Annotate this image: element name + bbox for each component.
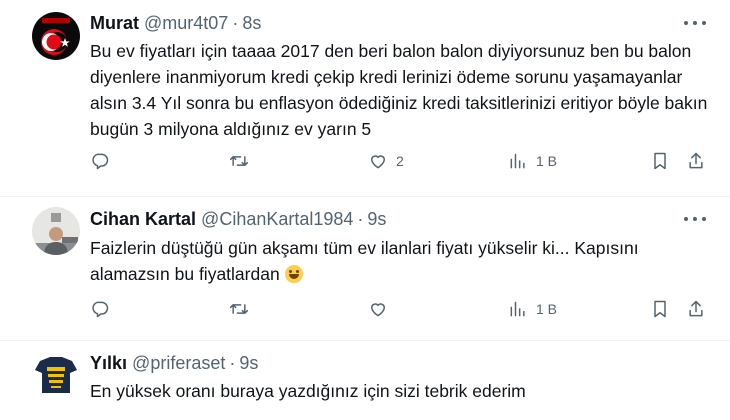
action-bar: 1 B xyxy=(90,299,710,323)
separator-dot: · xyxy=(232,13,239,33)
action-bar: 2 1 B xyxy=(90,151,710,175)
tweet-text: Bu ev fiyatları için taaaa 2017 den beri… xyxy=(90,41,708,139)
share-icon xyxy=(689,152,703,169)
more-icon[interactable] xyxy=(684,216,706,222)
tweet-feed: Murat @mur4t07 · 8s Bu ev fiyatları için t… xyxy=(0,0,730,420)
reply-button[interactable] xyxy=(90,151,110,171)
bookmark-icon xyxy=(654,300,666,318)
views-icon xyxy=(510,153,525,169)
reply-icon xyxy=(92,301,109,318)
avatar[interactable] xyxy=(32,351,80,399)
share-button[interactable] xyxy=(686,151,706,171)
author-handle[interactable]: @mur4t07 xyxy=(144,13,228,33)
retweet-icon xyxy=(229,156,249,166)
avatar-image xyxy=(32,207,80,255)
reply-icon xyxy=(92,153,109,170)
tweet-header: Murat @mur4t07 · 8s xyxy=(90,12,261,34)
grinning-emoji-icon xyxy=(284,265,303,283)
author-handle[interactable]: @priferaset xyxy=(132,353,225,373)
tweet-cihan-kartal[interactable]: Cihan Kartal @CihanKartal1984 · 9s Faizler… xyxy=(0,197,730,340)
heart-icon xyxy=(371,303,385,317)
separator-dot: · xyxy=(229,353,236,373)
timestamp[interactable]: 8s xyxy=(242,13,261,33)
retweet-button[interactable] xyxy=(229,151,249,171)
avatar-image xyxy=(32,351,80,399)
like-count: 2 xyxy=(396,153,404,169)
separator-dot: · xyxy=(357,209,364,229)
retweet-icon xyxy=(229,304,249,314)
tweet-text-content: Faizlerin düştüğü gün akşamı tüm ev ilan… xyxy=(90,238,639,284)
share-button[interactable] xyxy=(686,299,706,319)
share-icon xyxy=(689,300,703,317)
tweet-header: Cihan Kartal @CihanKartal1984 · 9s xyxy=(90,208,386,230)
timestamp[interactable]: 9s xyxy=(367,209,386,229)
author-name[interactable]: Murat xyxy=(90,13,139,33)
view-count: 1 B xyxy=(536,153,558,169)
view-count: 1 B xyxy=(536,301,558,317)
like-button[interactable]: 2 xyxy=(368,151,404,171)
views-button[interactable]: 1 B xyxy=(508,299,557,319)
retweet-button[interactable] xyxy=(229,299,249,319)
like-button[interactable] xyxy=(368,299,388,319)
timestamp[interactable]: 9s xyxy=(239,353,258,373)
avatar[interactable] xyxy=(32,12,80,60)
avatar-image xyxy=(32,12,80,60)
avatar[interactable] xyxy=(32,207,80,255)
author-name[interactable]: Yılkı xyxy=(90,353,127,373)
author-handle[interactable]: @CihanKartal1984 xyxy=(201,209,353,229)
tweet-header: Yılkı @priferaset · 9s xyxy=(90,352,258,374)
bookmark-button[interactable] xyxy=(650,299,670,319)
bookmark-button[interactable] xyxy=(650,151,670,171)
reply-button[interactable] xyxy=(90,299,110,319)
tweet-text: Faizlerin düştüğü gün akşamı tüm ev ilan… xyxy=(90,235,650,287)
bookmark-icon xyxy=(654,152,666,170)
more-icon[interactable] xyxy=(684,20,706,26)
tweet-murat[interactable]: Murat @mur4t07 · 8s Bu ev fiyatları için t… xyxy=(0,0,730,196)
views-icon xyxy=(510,301,525,317)
tweet-yilki[interactable]: Yılkı @priferaset · 9s En yüksek oranı bur… xyxy=(0,341,730,420)
heart-icon xyxy=(371,155,385,169)
views-button[interactable]: 1 B xyxy=(508,151,557,171)
tweet-text: En yüksek oranı buraya yazdığınız için s… xyxy=(90,381,526,401)
author-name[interactable]: Cihan Kartal xyxy=(90,209,196,229)
